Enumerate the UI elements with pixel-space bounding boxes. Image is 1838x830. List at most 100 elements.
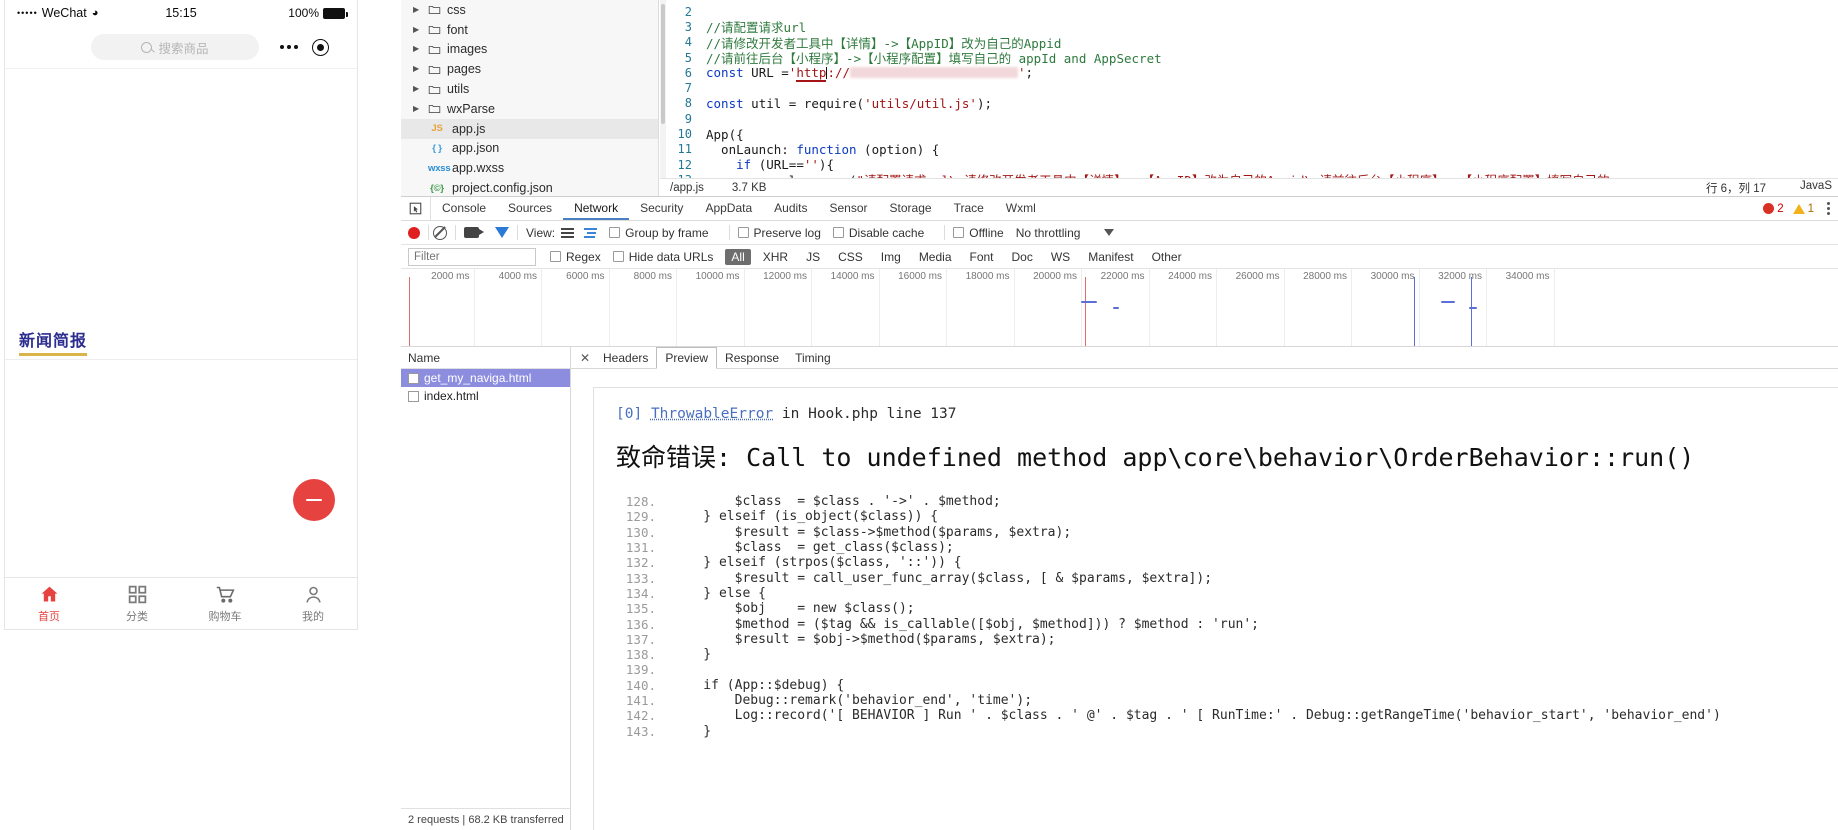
checkbox[interactable] — [832, 227, 844, 238]
divider — [517, 225, 518, 240]
devtools-tab-storage[interactable]: Storage — [879, 197, 943, 220]
file-tree-item[interactable]: ▶ images — [401, 40, 658, 60]
clear-button[interactable] — [433, 225, 447, 240]
more-menu-icon[interactable] — [280, 45, 298, 49]
list-view-icon[interactable] — [561, 227, 575, 238]
file-tree-item[interactable]: ▶ pages — [401, 59, 658, 79]
timeline-tick-label: 30000 ms — [1370, 271, 1415, 282]
devtools-tab-network[interactable]: Network — [563, 197, 630, 220]
chevron-right-icon[interactable]: ▶ — [413, 85, 422, 93]
folder-icon — [428, 23, 441, 36]
close-capsule-icon[interactable] — [312, 38, 329, 56]
line-number: 9 — [684, 111, 692, 126]
filter-type-other[interactable]: Other — [1146, 249, 1188, 265]
file-type-icon: {©} — [430, 182, 444, 194]
devtools-tab-console[interactable]: Console — [431, 197, 497, 220]
tabbar-item-category[interactable]: 分类 — [93, 578, 181, 629]
checkbox[interactable] — [612, 251, 624, 262]
preserve-log-checkbox[interactable]: Preserve log — [737, 226, 821, 240]
request-row[interactable]: get_my_naviga.html — [401, 369, 570, 387]
chevron-right-icon[interactable]: ▶ — [413, 65, 422, 73]
disable-cache-checkbox[interactable]: Disable cache — [832, 226, 924, 240]
filter-type-doc[interactable]: Doc — [1006, 249, 1039, 265]
devtools-tab-wxml[interactable]: Wxml — [995, 197, 1047, 220]
filter-type-js[interactable]: JS — [800, 249, 826, 265]
capture-screenshots-icon[interactable] — [464, 227, 484, 238]
filter-type-manifest[interactable]: Manifest — [1082, 249, 1139, 265]
file-tree-item[interactable]: ▶ css — [401, 0, 658, 20]
file-tree-item[interactable]: {©} project.config.json — [401, 178, 658, 196]
file-tree-item[interactable]: JS app.js — [401, 118, 658, 139]
error-class-name[interactable]: ThrowableError — [651, 406, 773, 422]
editor-scrollbar[interactable] — [660, 0, 666, 178]
timeline-gridline — [1486, 269, 1487, 346]
checkbox[interactable] — [953, 227, 965, 238]
warning-count-badge[interactable]: 1 — [1792, 203, 1814, 215]
status-time: 15:15 — [165, 6, 197, 20]
timeline-tick-label: 34000 ms — [1505, 271, 1550, 282]
devtools-tab-trace[interactable]: Trace — [943, 197, 995, 220]
offline-checkbox[interactable]: Offline — [953, 226, 1004, 240]
filter-type-all[interactable]: All — [725, 248, 751, 265]
file-explorer[interactable]: ▶ css ▶ font ▶ images ▶ pages ▶ utils ▶ wxParse JS ap… — [401, 0, 659, 196]
filter-type-ws[interactable]: WS — [1045, 249, 1076, 265]
search-input[interactable]: 搜索商品 — [91, 34, 259, 60]
devtools-tab-sources[interactable]: Sources — [497, 197, 563, 220]
source-line: 130. $result = $class->$method($params, … — [616, 525, 1838, 540]
error-count-badge[interactable]: 2 — [1763, 203, 1784, 215]
file-tree-item[interactable]: ▶ font — [401, 20, 658, 40]
chevron-right-icon[interactable]: ▶ — [413, 25, 422, 34]
devtools-tab-sensor[interactable]: Sensor — [819, 197, 879, 220]
record-button[interactable] — [408, 226, 420, 239]
request-row[interactable]: index.html — [401, 387, 570, 405]
regex-checkbox[interactable]: Regex — [550, 250, 601, 264]
filter-icon[interactable] — [495, 227, 509, 238]
tabbar-label: 分类 — [126, 611, 148, 623]
tabbar-item-cart[interactable]: 购物车 — [181, 578, 269, 629]
filter-type-img[interactable]: Img — [875, 249, 907, 265]
checkbox[interactable] — [550, 251, 561, 262]
timeline-gridline — [1283, 269, 1285, 346]
search-icon — [141, 41, 153, 53]
detail-tab-headers[interactable]: Headers — [595, 347, 656, 368]
url-scheme: http — [796, 65, 827, 83]
devtools-tab-audits[interactable]: Audits — [763, 197, 818, 220]
view-label: View: — [526, 225, 556, 240]
chevron-right-icon[interactable]: ▶ — [413, 45, 422, 53]
floating-action-button[interactable] — [293, 479, 335, 521]
inspect-element-icon[interactable] — [401, 197, 431, 220]
filter-type-media[interactable]: Media — [913, 249, 958, 265]
more-options-icon[interactable] — [1823, 202, 1830, 215]
filter-type-font[interactable]: Font — [964, 249, 1000, 265]
checkbox[interactable] — [609, 227, 621, 238]
filter-input[interactable] — [408, 247, 536, 266]
file-tree-item[interactable]: ▶ wxParse — [401, 99, 658, 119]
checkbox[interactable] — [737, 227, 749, 238]
chevron-right-icon[interactable]: ▶ — [413, 5, 422, 14]
timeline-gridline — [878, 269, 880, 346]
close-icon[interactable]: ✕ — [575, 347, 595, 368]
filter-type-xhr[interactable]: XHR — [757, 249, 794, 265]
detail-tab-response[interactable]: Response — [717, 347, 787, 368]
timeline-tick-label: 20000 ms — [1033, 271, 1077, 282]
filter-type-css[interactable]: CSS — [832, 249, 869, 265]
chevron-right-icon[interactable]: ▶ — [413, 104, 422, 113]
tabbar-item-home[interactable]: 首页 — [5, 578, 93, 629]
hide-data-urls-checkbox[interactable]: Hide data URLs — [612, 250, 713, 264]
file-tree-item[interactable]: { } app.json — [401, 139, 658, 159]
file-tree-item[interactable]: wxss app.wxss — [401, 158, 658, 178]
folder-icon — [428, 102, 441, 115]
detail-tabbar: ✕ Headers Preview Response Timing — [571, 347, 1838, 369]
waterfall-view-icon[interactable] — [584, 227, 598, 238]
detail-tab-preview[interactable]: Preview — [656, 347, 718, 369]
timeline-gridline — [1351, 269, 1352, 346]
detail-tab-timing[interactable]: Timing — [787, 347, 839, 368]
devtools-tab-appdata[interactable]: AppData — [694, 197, 763, 220]
network-timeline-overview[interactable]: 2000 ms 4000 ms 6000 ms 8000 ms 10000 ms 1200… — [401, 269, 1838, 347]
devtools-tab-security[interactable]: Security — [629, 197, 694, 220]
file-tree-item[interactable]: ▶ utils — [401, 79, 658, 99]
tabbar-item-mine[interactable]: 我的 — [269, 578, 357, 629]
code-editor[interactable]: 2 3//请配置请求url 4//请修改开发者工具中【详情】->【AppID】改为自… — [660, 0, 1838, 178]
group-by-frame-checkbox[interactable]: Group by frame — [609, 226, 709, 240]
throttling-select[interactable]: No throttling — [1016, 226, 1115, 240]
